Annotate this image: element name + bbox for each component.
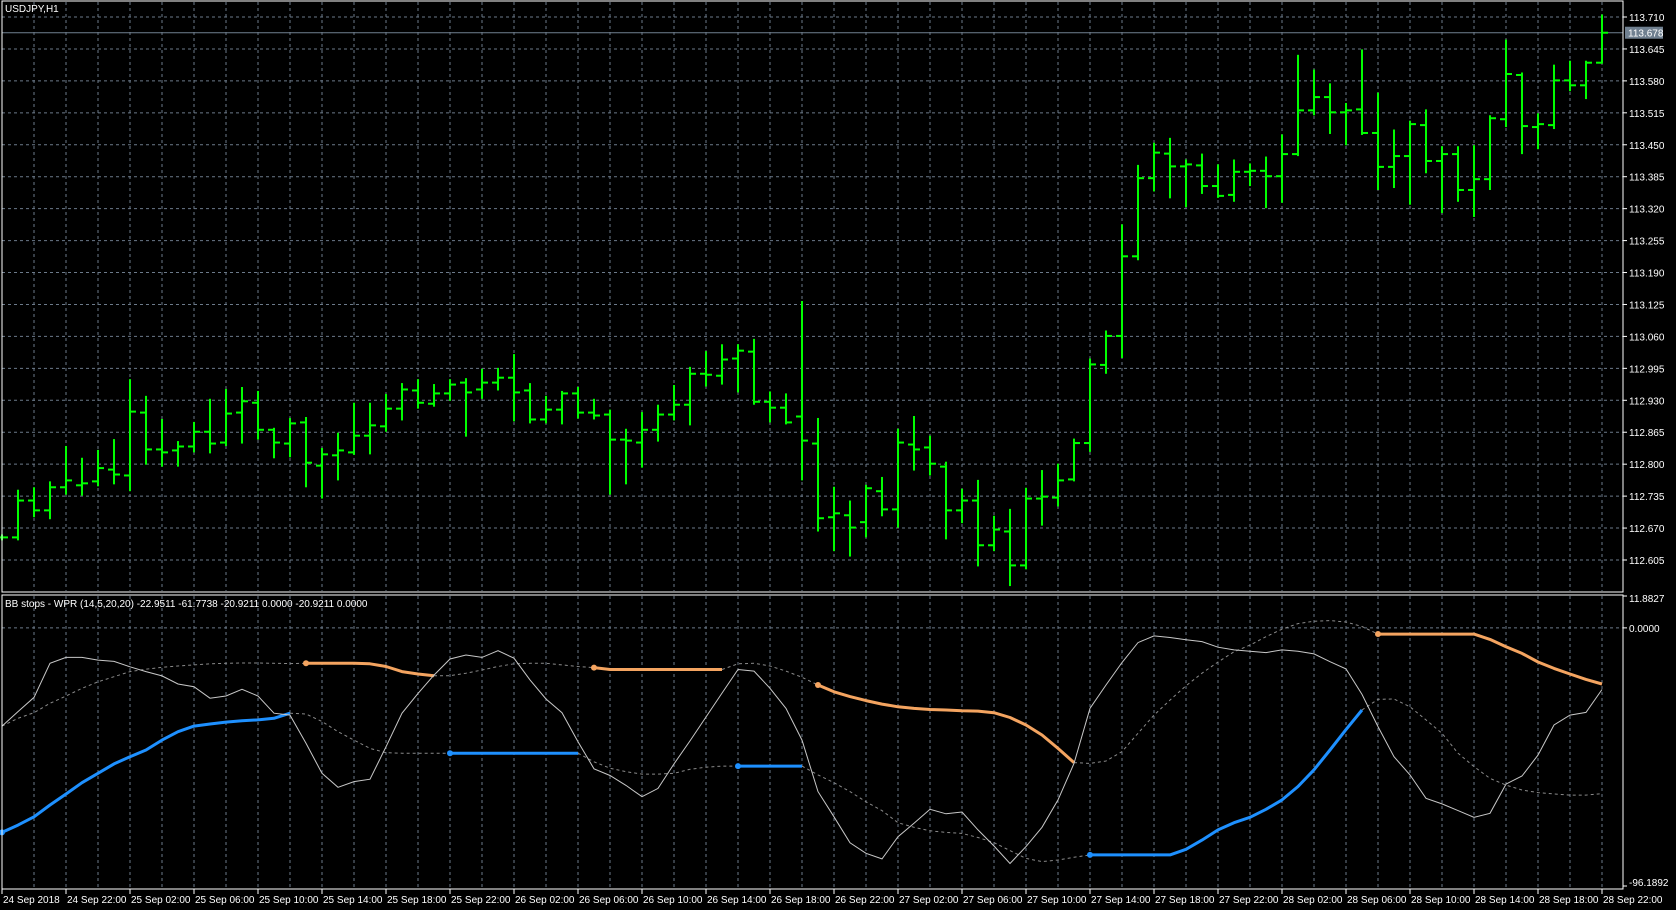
time-axis-label: 27 Sep 02:00 [899,895,959,906]
indicator-legend: BB stops - WPR (14,5,20,20) -22.9511 -61… [5,599,368,610]
price-axis-label: 112.930 [1629,396,1665,407]
price-axis-label: 113.645 [1629,45,1665,56]
time-axis-label: 28 Sep 18:00 [1539,895,1599,906]
indicator-axis-label: 11.8827 [1629,594,1665,605]
time-axis-label: 26 Sep 06:00 [579,895,639,906]
time-axis-label: 25 Sep 10:00 [259,895,319,906]
price-axis-label: 113.710 [1629,13,1665,24]
price-axis-label: 112.800 [1629,460,1665,471]
time-axis-label: 24 Sep 2018 [3,895,60,906]
indicator-axis-label: 0.0000 [1629,624,1660,635]
upper-stop-start-dot [1375,631,1381,638]
upper-stop-start-dot [591,664,597,671]
price-axis-label: 112.995 [1629,364,1665,375]
time-axis-label: 27 Sep 22:00 [1219,895,1279,906]
lower-stop-start-dot [735,763,741,770]
price-axis-label: 113.385 [1629,173,1665,184]
indicator-axis-label: -96.1892 [1629,878,1669,889]
chart-background [0,0,1676,910]
time-axis-label: 27 Sep 06:00 [963,895,1023,906]
price-axis-label: 112.605 [1629,556,1665,567]
time-axis-label: 26 Sep 02:00 [515,895,575,906]
time-axis-label: 27 Sep 14:00 [1091,895,1151,906]
time-axis-label: 26 Sep 22:00 [835,895,895,906]
time-axis-label: 28 Sep 06:00 [1347,895,1407,906]
current-price-label: 113.678 [1628,29,1664,40]
price-axis-label: 112.670 [1629,524,1665,535]
price-axis-label: 113.125 [1629,300,1665,311]
time-axis-label: 27 Sep 10:00 [1027,895,1087,906]
price-chart[interactable]: 113.710 113.645 113.580 113.515 113.450 113.3… [0,0,1676,910]
time-axis-label: 25 Sep 14:00 [323,895,383,906]
time-axis-label: 28 Sep 14:00 [1475,895,1535,906]
lower-stop-start-dot [447,750,453,757]
time-axis-label: 25 Sep 02:00 [131,895,191,906]
price-axis-label: 113.580 [1629,77,1665,88]
time-axis-label: 28 Sep 10:00 [1411,895,1471,906]
price-axis-label: 113.255 [1629,237,1665,248]
time-axis-label: 26 Sep 10:00 [643,895,703,906]
time-axis-label: 24 Sep 22:00 [67,895,127,906]
price-axis-label: 113.190 [1629,269,1665,280]
price-axis-label: 113.515 [1629,109,1665,120]
upper-stop-start-dot [303,660,309,667]
price-axis-label: 113.450 [1629,141,1665,152]
price-axis-label: 112.735 [1629,492,1665,503]
upper-stop-start-dot [815,682,821,689]
time-axis-label: 25 Sep 06:00 [195,895,255,906]
price-axis-label: 112.865 [1629,428,1665,439]
price-axis-label: 113.320 [1629,205,1665,216]
time-axis-label: 26 Sep 14:00 [707,895,767,906]
time-axis-label: 28 Sep 02:00 [1283,895,1343,906]
time-axis-label: 27 Sep 18:00 [1155,895,1215,906]
time-axis-label: 28 Sep 22:00 [1603,895,1663,906]
symbol-title: USDJPY,H1 [5,4,59,15]
time-axis-label: 25 Sep 22:00 [451,895,511,906]
time-axis-label: 26 Sep 18:00 [771,895,831,906]
lower-stop-start-dot [1087,851,1093,858]
time-axis-label: 25 Sep 18:00 [387,895,447,906]
price-axis-label: 113.060 [1629,332,1665,343]
